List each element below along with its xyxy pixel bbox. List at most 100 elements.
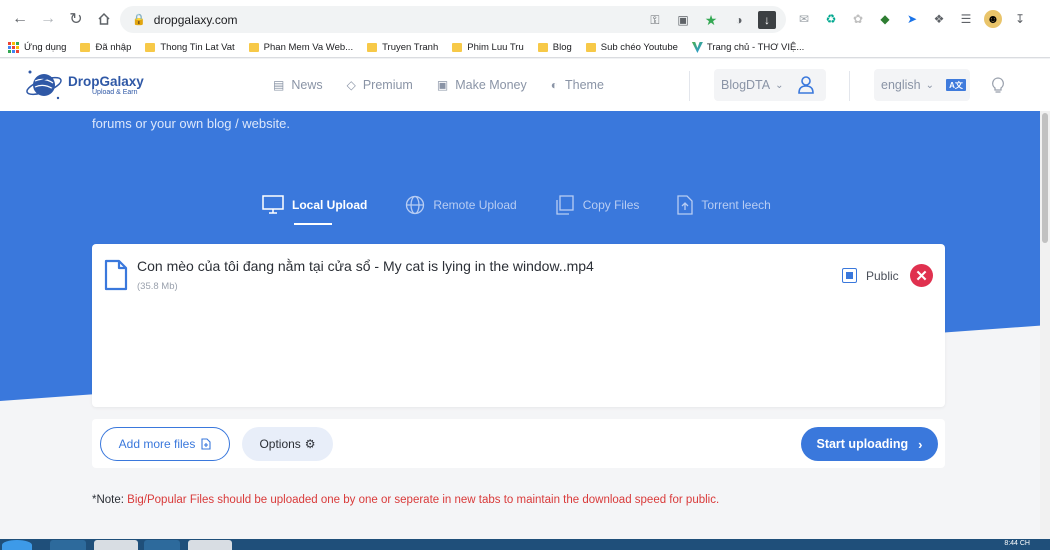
palette-icon: ◐: [550, 78, 559, 92]
tab-copy-files[interactable]: Copy Files: [555, 191, 640, 219]
forward-icon[interactable]: →: [34, 5, 62, 33]
add-more-files-button[interactable]: Add more files: [100, 427, 230, 461]
bookmark-apps[interactable]: Ứng dụng: [8, 42, 66, 53]
account-menu[interactable]: BlogDTA ⌄: [714, 69, 826, 101]
reload-icon[interactable]: ↻: [62, 5, 90, 33]
tab-label: Torrent leech: [701, 198, 771, 212]
scrollbar-thumb[interactable]: [1042, 113, 1048, 243]
nav-premium[interactable]: ◇ Premium: [347, 78, 413, 92]
taskbar-app-icon[interactable]: [94, 540, 138, 550]
public-checkbox[interactable]: [842, 268, 857, 283]
extension-arrow-icon[interactable]: ➤: [903, 10, 921, 28]
nav-news[interactable]: ▤ News: [273, 78, 323, 92]
nav-label: Premium: [362, 78, 413, 92]
home-icon[interactable]: [90, 5, 118, 33]
key-icon[interactable]: ⚿: [646, 11, 664, 29]
download-page-icon[interactable]: ↓: [758, 11, 776, 29]
monitor-icon: [262, 195, 284, 214]
translate-icon[interactable]: ▣: [674, 11, 692, 29]
taskbar-app-icon[interactable]: [188, 540, 232, 550]
chevron-down-icon: ⌄: [925, 79, 935, 91]
shield-icon[interactable]: ◑: [730, 11, 748, 29]
apps-grid-icon: [8, 42, 19, 53]
taskbar-chrome-icon[interactable]: [50, 540, 86, 550]
folder-icon: [248, 43, 259, 52]
hero-text: forums or your own blog / website.: [92, 116, 290, 131]
user-icon[interactable]: [798, 76, 814, 94]
logo-title: DropGalaxy: [68, 74, 144, 89]
file-list-card: Con mèo của tôi đang nằm tại cửa sổ - My…: [92, 244, 945, 407]
start-uploading-button[interactable]: Start uploading ›: [801, 427, 938, 461]
site-logo[interactable]: DropGalaxy Upload & Earn: [24, 65, 144, 105]
bookmark-label: Phim Luu Tru: [467, 42, 524, 53]
bookmark-label: Blog: [552, 42, 572, 53]
tab-label: Copy Files: [582, 198, 640, 212]
bookmarks-bar: Ứng dụng Đã nhập Thong Tin Lat Vat Phan …: [0, 38, 1050, 58]
bookmark-folder[interactable]: Phan Mem Va Web...: [248, 42, 354, 53]
bookmark-label: Ứng dụng: [24, 42, 67, 53]
nav-theme[interactable]: ◐ Theme: [551, 78, 604, 92]
money-icon: ▣: [436, 78, 449, 92]
logo-subtitle: Upload & Earn: [92, 89, 138, 96]
file-size: (35.8 Mb): [137, 281, 178, 292]
remove-file-button[interactable]: ✕: [910, 264, 933, 287]
extension-sync-icon[interactable]: ♻: [822, 10, 840, 28]
page-scrollbar[interactable]: [1040, 111, 1050, 539]
back-icon[interactable]: ←: [6, 5, 34, 33]
tab-label: Local Upload: [292, 198, 368, 212]
lightbulb-icon[interactable]: [990, 77, 1006, 95]
os-taskbar: 8:44 CH: [0, 539, 1050, 550]
note-text: Big/Popular Files should be uploaded one…: [123, 494, 720, 506]
bookmark-folder[interactable]: Truyen Tranh: [367, 42, 438, 53]
language-label: english: [881, 78, 921, 92]
bookmark-folder[interactable]: Thong Tin Lat Vat: [145, 42, 235, 53]
file-name: Con mèo của tôi đang nằm tại cửa sổ - My…: [137, 258, 594, 274]
browser-toolbar: ← → ↻ 🔒 dropgalaxy.com ⚿ ▣ ★ ◑ ↓ ✉ ♻ ✿ ◆…: [0, 0, 1050, 38]
bookmark-folder[interactable]: Phim Luu Tru: [452, 42, 524, 53]
language-select[interactable]: english ⌄ A文: [874, 69, 970, 101]
bookmark-label: Phan Mem Va Web...: [263, 42, 354, 53]
site-header: DropGalaxy Upload & Earn ▤ News ◇ Premiu…: [0, 59, 1050, 111]
taskbar-app-icon[interactable]: [144, 540, 180, 550]
downloads-icon[interactable]: ↧: [1011, 10, 1029, 28]
bookmark-folder[interactable]: Sub chéo Youtube: [585, 42, 678, 53]
file-upload-icon: [677, 195, 694, 215]
folder-icon: [585, 43, 596, 52]
folder-icon: [80, 43, 91, 52]
globe-icon: [406, 195, 425, 215]
checkbox-fill: [846, 272, 853, 279]
tab-local-upload[interactable]: Local Upload: [262, 191, 368, 225]
options-button[interactable]: Options ⚙: [242, 427, 333, 461]
nav-make-money[interactable]: ▣ Make Money: [437, 78, 527, 92]
bookmark-folder[interactable]: Blog: [537, 42, 572, 53]
screen: ← → ↻ 🔒 dropgalaxy.com ⚿ ▣ ★ ◑ ↓ ✉ ♻ ✿ ◆…: [0, 0, 1050, 550]
gear-icon: ⚙: [304, 437, 316, 451]
chevron-down-icon: ⌄: [775, 79, 784, 91]
tab-remote-upload[interactable]: Remote Upload: [405, 191, 517, 219]
bookmark-label: Đã nhập: [95, 42, 132, 53]
public-toggle[interactable]: Public: [842, 268, 899, 283]
button-label: Options: [259, 437, 301, 451]
extensions-puzzle-icon[interactable]: ❖: [930, 10, 948, 28]
bookmark-link[interactable]: Trang chủ - THƠ VIỆ...: [691, 42, 804, 53]
start-button-icon[interactable]: [2, 540, 32, 550]
profile-avatar-icon[interactable]: ☻: [984, 10, 1002, 28]
add-file-icon: [201, 438, 211, 450]
reading-list-icon[interactable]: ☰: [957, 10, 975, 28]
translate-badge-icon: A文: [946, 79, 966, 91]
extension-cube-icon[interactable]: ◆: [876, 10, 894, 28]
upload-tabs: Local Upload Remote Upload Copy Files To: [262, 191, 771, 225]
folder-icon: [367, 43, 378, 52]
nav-label: Make Money: [455, 78, 527, 92]
bookmark-folder[interactable]: Đã nhập: [80, 42, 131, 53]
extension-mail-icon[interactable]: ✉: [795, 10, 813, 28]
extension-feather-icon[interactable]: ✿: [849, 10, 867, 28]
public-label: Public: [866, 268, 899, 283]
tab-torrent-leech[interactable]: Torrent leech: [677, 191, 771, 219]
site-favicon-icon: [691, 42, 703, 53]
close-icon: ✕: [915, 267, 928, 285]
chevron-right-icon: ›: [918, 436, 923, 452]
address-bar[interactable]: 🔒 dropgalaxy.com ⚿ ▣ ★ ◑ ↓: [120, 6, 786, 33]
bookmark-label: Thong Tin Lat Vat: [160, 42, 235, 53]
bookmark-star-icon[interactable]: ★: [702, 11, 720, 29]
